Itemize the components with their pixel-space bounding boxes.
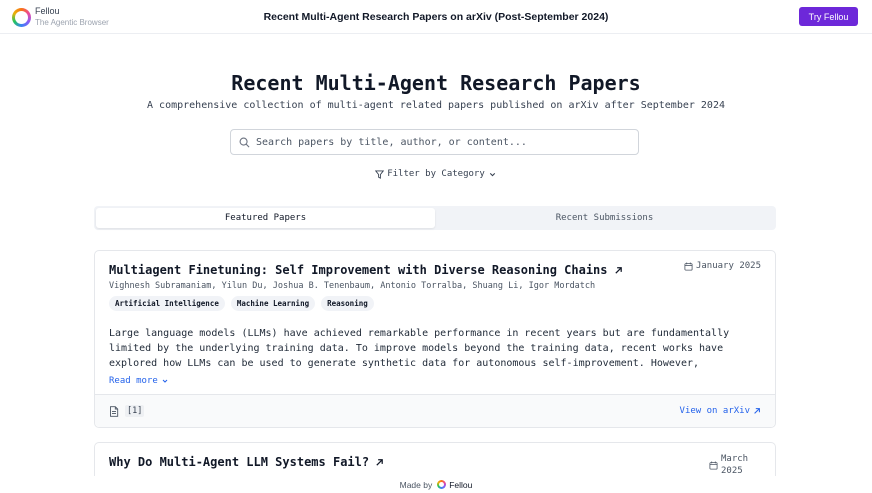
document-icon bbox=[110, 406, 119, 417]
external-link-icon bbox=[754, 408, 760, 414]
view-on-arxiv-link[interactable]: View on arXiv bbox=[680, 406, 761, 416]
paper-abstract: Large language models (LLMs) have achiev… bbox=[109, 328, 730, 369]
tab-recent-submissions[interactable]: Recent Submissions bbox=[435, 208, 774, 228]
top-bar: Fellou The Agentic Browser Recent Multi-… bbox=[0, 0, 872, 34]
header-title: Recent Multi-Agent Research Papers on ar… bbox=[263, 11, 609, 23]
paper-date-text: January 2025 bbox=[695, 261, 761, 271]
view-on-arxiv-label: View on arXiv bbox=[679, 406, 750, 416]
funnel-icon bbox=[375, 169, 385, 179]
reference-badge[interactable]: [1] bbox=[125, 405, 145, 417]
external-link-icon bbox=[614, 266, 622, 274]
calendar-icon bbox=[709, 461, 718, 470]
search-icon bbox=[239, 137, 250, 147]
paper-title-link[interactable]: Multiagent Finetuning: Self Improvement … bbox=[109, 263, 623, 277]
made-by-footer[interactable]: Made by Fellou bbox=[0, 476, 872, 493]
made-by-label: Made by bbox=[399, 479, 433, 490]
tag-badge[interactable]: Machine Learning bbox=[230, 296, 316, 311]
paper-tags: Artificial Intelligence Machine Learning… bbox=[109, 296, 380, 311]
tab-featured-papers[interactable]: Featured Papers bbox=[96, 208, 435, 228]
tag-badge[interactable]: Artificial Intelligence bbox=[109, 296, 225, 311]
paper-tabs: Featured Papers Recent Submissions bbox=[94, 206, 776, 230]
chevron-down-icon bbox=[489, 172, 495, 176]
page-title: Recent Multi-Agent Research Papers bbox=[231, 71, 641, 95]
try-fellou-button[interactable]: Try Fellou bbox=[799, 7, 858, 26]
paper-authors: Vighnesh Subramaniam, Yilun Du, Joshua B… bbox=[109, 281, 596, 291]
paper-date: March 2025 bbox=[709, 453, 761, 477]
paper-card: Multiagent Finetuning: Self Improvement … bbox=[94, 250, 776, 428]
filter-label: Filter by Category bbox=[387, 169, 485, 179]
fellou-logo-icon bbox=[437, 480, 447, 489]
footer-brand-name: Fellou bbox=[449, 479, 473, 490]
read-more-button[interactable]: Read more bbox=[109, 376, 169, 386]
chevron-down-icon bbox=[162, 379, 168, 383]
paper-title: Multiagent Finetuning: Self Improvement … bbox=[109, 263, 608, 277]
external-link-icon bbox=[376, 458, 383, 466]
search-box[interactable] bbox=[230, 129, 639, 155]
search-input[interactable] bbox=[256, 136, 626, 148]
filter-by-category-button[interactable]: Filter by Category bbox=[0, 169, 872, 179]
tag-badge[interactable]: Reasoning bbox=[321, 296, 374, 311]
paper-date: January 2025 bbox=[684, 261, 761, 271]
paper-date-text: March 2025 bbox=[721, 454, 749, 476]
paper-title: Why Do Multi-Agent LLM Systems Fail? bbox=[109, 455, 370, 469]
calendar-icon bbox=[684, 262, 693, 271]
paper-title-link[interactable]: Why Do Multi-Agent LLM Systems Fail? bbox=[109, 455, 384, 469]
read-more-label: Read more bbox=[109, 376, 158, 386]
paper-card-footer: [1] View on arXiv bbox=[95, 394, 775, 427]
page-subtitle: A comprehensive collection of multi-agen… bbox=[147, 100, 725, 111]
